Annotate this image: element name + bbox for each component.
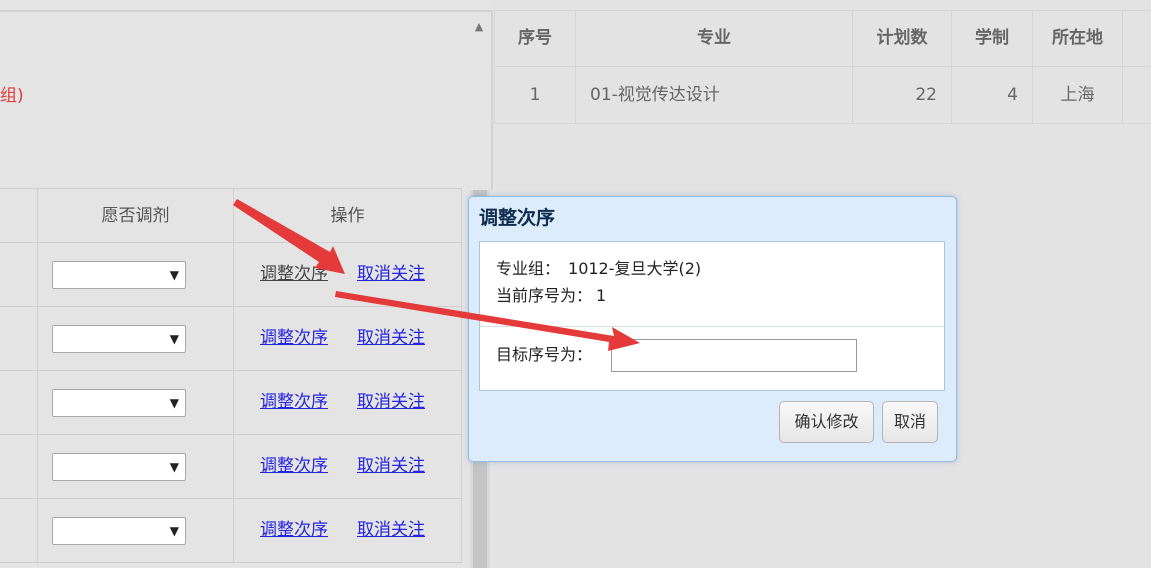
- major-table: 序号 专业 计划数 学制 所在地 1 01-视觉传达设计 22 4 上海: [494, 10, 1151, 124]
- cancel-follow-link[interactable]: 取消关注: [357, 243, 425, 305]
- adjust-order-dialog: 调整次序 专业组： 1012-复旦大学(2) 当前序号为： 1 目标序号为： 确认修…: [468, 196, 957, 462]
- triangle-down-icon: ▼: [169, 460, 179, 474]
- header-cell: [0, 189, 38, 242]
- cancel-follow-link[interactable]: 取消关注: [357, 307, 425, 369]
- adjust-order-link[interactable]: 调整次序: [260, 499, 328, 561]
- header-cell-adjustable: 愿否调剂: [38, 189, 234, 242]
- group-value: 1012-复旦大学(2): [568, 259, 702, 278]
- header-cell-extra: [1123, 11, 1151, 66]
- adjust-order-link[interactable]: 调整次序: [260, 243, 328, 305]
- table-row: ▼ 调整次序 取消关注: [0, 307, 462, 371]
- attention-table: 愿否调剂 操作 ▼ 调整次序 取消关注 ▼ 调整次序 取消关注 ▼ 调整次序 取…: [0, 188, 462, 563]
- group-info-line: 专业组： 1012-复旦大学(2): [496, 257, 701, 281]
- table-header-row: 序号 专业 计划数 学制 所在地: [494, 11, 1151, 67]
- triangle-down-icon: ▼: [169, 396, 179, 410]
- adjust-select[interactable]: ▼: [52, 453, 186, 481]
- table-row: ▼ 调整次序 取消关注: [0, 435, 462, 499]
- cancel-button[interactable]: 取消: [882, 401, 938, 443]
- triangle-down-icon: ▼: [169, 332, 179, 346]
- header-cell-operation: 操作: [234, 189, 462, 242]
- panel-border: [0, 10, 493, 12]
- group-label: 专业组：: [496, 259, 561, 278]
- adjust-order-link[interactable]: 调整次序: [260, 371, 328, 433]
- table-row: ▼ 调整次序 取消关注: [0, 243, 462, 307]
- triangle-down-icon: ▼: [169, 268, 179, 282]
- header-cell-index: 序号: [494, 11, 576, 66]
- triangle-down-icon: ▼: [169, 524, 179, 538]
- confirm-button[interactable]: 确认修改: [779, 401, 874, 443]
- adjust-select[interactable]: ▼: [52, 389, 186, 417]
- row-years: 4: [1007, 85, 1018, 105]
- adjust-order-link[interactable]: 调整次序: [260, 435, 328, 497]
- adjust-select[interactable]: ▼: [52, 325, 186, 353]
- adjust-select[interactable]: ▼: [52, 261, 186, 289]
- dialog-body: 专业组： 1012-复旦大学(2) 当前序号为： 1 目标序号为：: [479, 241, 945, 391]
- panel-border: [491, 10, 493, 190]
- target-index-input[interactable]: [611, 339, 857, 372]
- adjust-order-link[interactable]: 调整次序: [260, 307, 328, 369]
- attention-list-panel: 组) ▲ 愿否调剂 操作 ▼ 调整次序 取消关注 ▼ 调整次序 取消关注 ▼ 调…: [0, 0, 493, 568]
- cancel-follow-link[interactable]: 取消关注: [357, 435, 425, 497]
- current-index-line: 当前序号为： 1: [496, 284, 606, 308]
- group-name-suffix: 组): [0, 86, 24, 106]
- header-cell-major: 专业: [576, 11, 853, 66]
- current-index-label: 当前序号为：: [496, 286, 593, 305]
- cancel-follow-link[interactable]: 取消关注: [357, 371, 425, 433]
- dialog-info-section: 专业组： 1012-复旦大学(2) 当前序号为： 1: [480, 242, 944, 327]
- dialog-title: 调整次序: [479, 207, 556, 229]
- header-cell-location: 所在地: [1033, 11, 1123, 66]
- row-index: 1: [529, 85, 541, 105]
- target-index-label: 目标序号为：: [496, 345, 593, 364]
- row-extra: [1123, 67, 1151, 123]
- adjust-select[interactable]: ▼: [52, 517, 186, 545]
- table-row: ▼ 调整次序 取消关注: [0, 371, 462, 435]
- scroll-up-arrow-icon[interactable]: ▲: [470, 18, 488, 36]
- table-row: 1 01-视觉传达设计 22 4 上海: [494, 67, 1151, 124]
- row-major: 01-视觉传达设计: [590, 85, 720, 105]
- row-location: 上海: [1060, 85, 1095, 105]
- row-plan: 22: [915, 85, 937, 105]
- header-cell-years: 学制: [952, 11, 1033, 66]
- table-header-row: 愿否调剂 操作: [0, 189, 462, 243]
- cancel-follow-link[interactable]: 取消关注: [357, 499, 425, 561]
- current-index-value: 1: [596, 286, 607, 305]
- header-cell-plan: 计划数: [853, 11, 952, 66]
- table-row: ▼ 调整次序 取消关注: [0, 499, 462, 563]
